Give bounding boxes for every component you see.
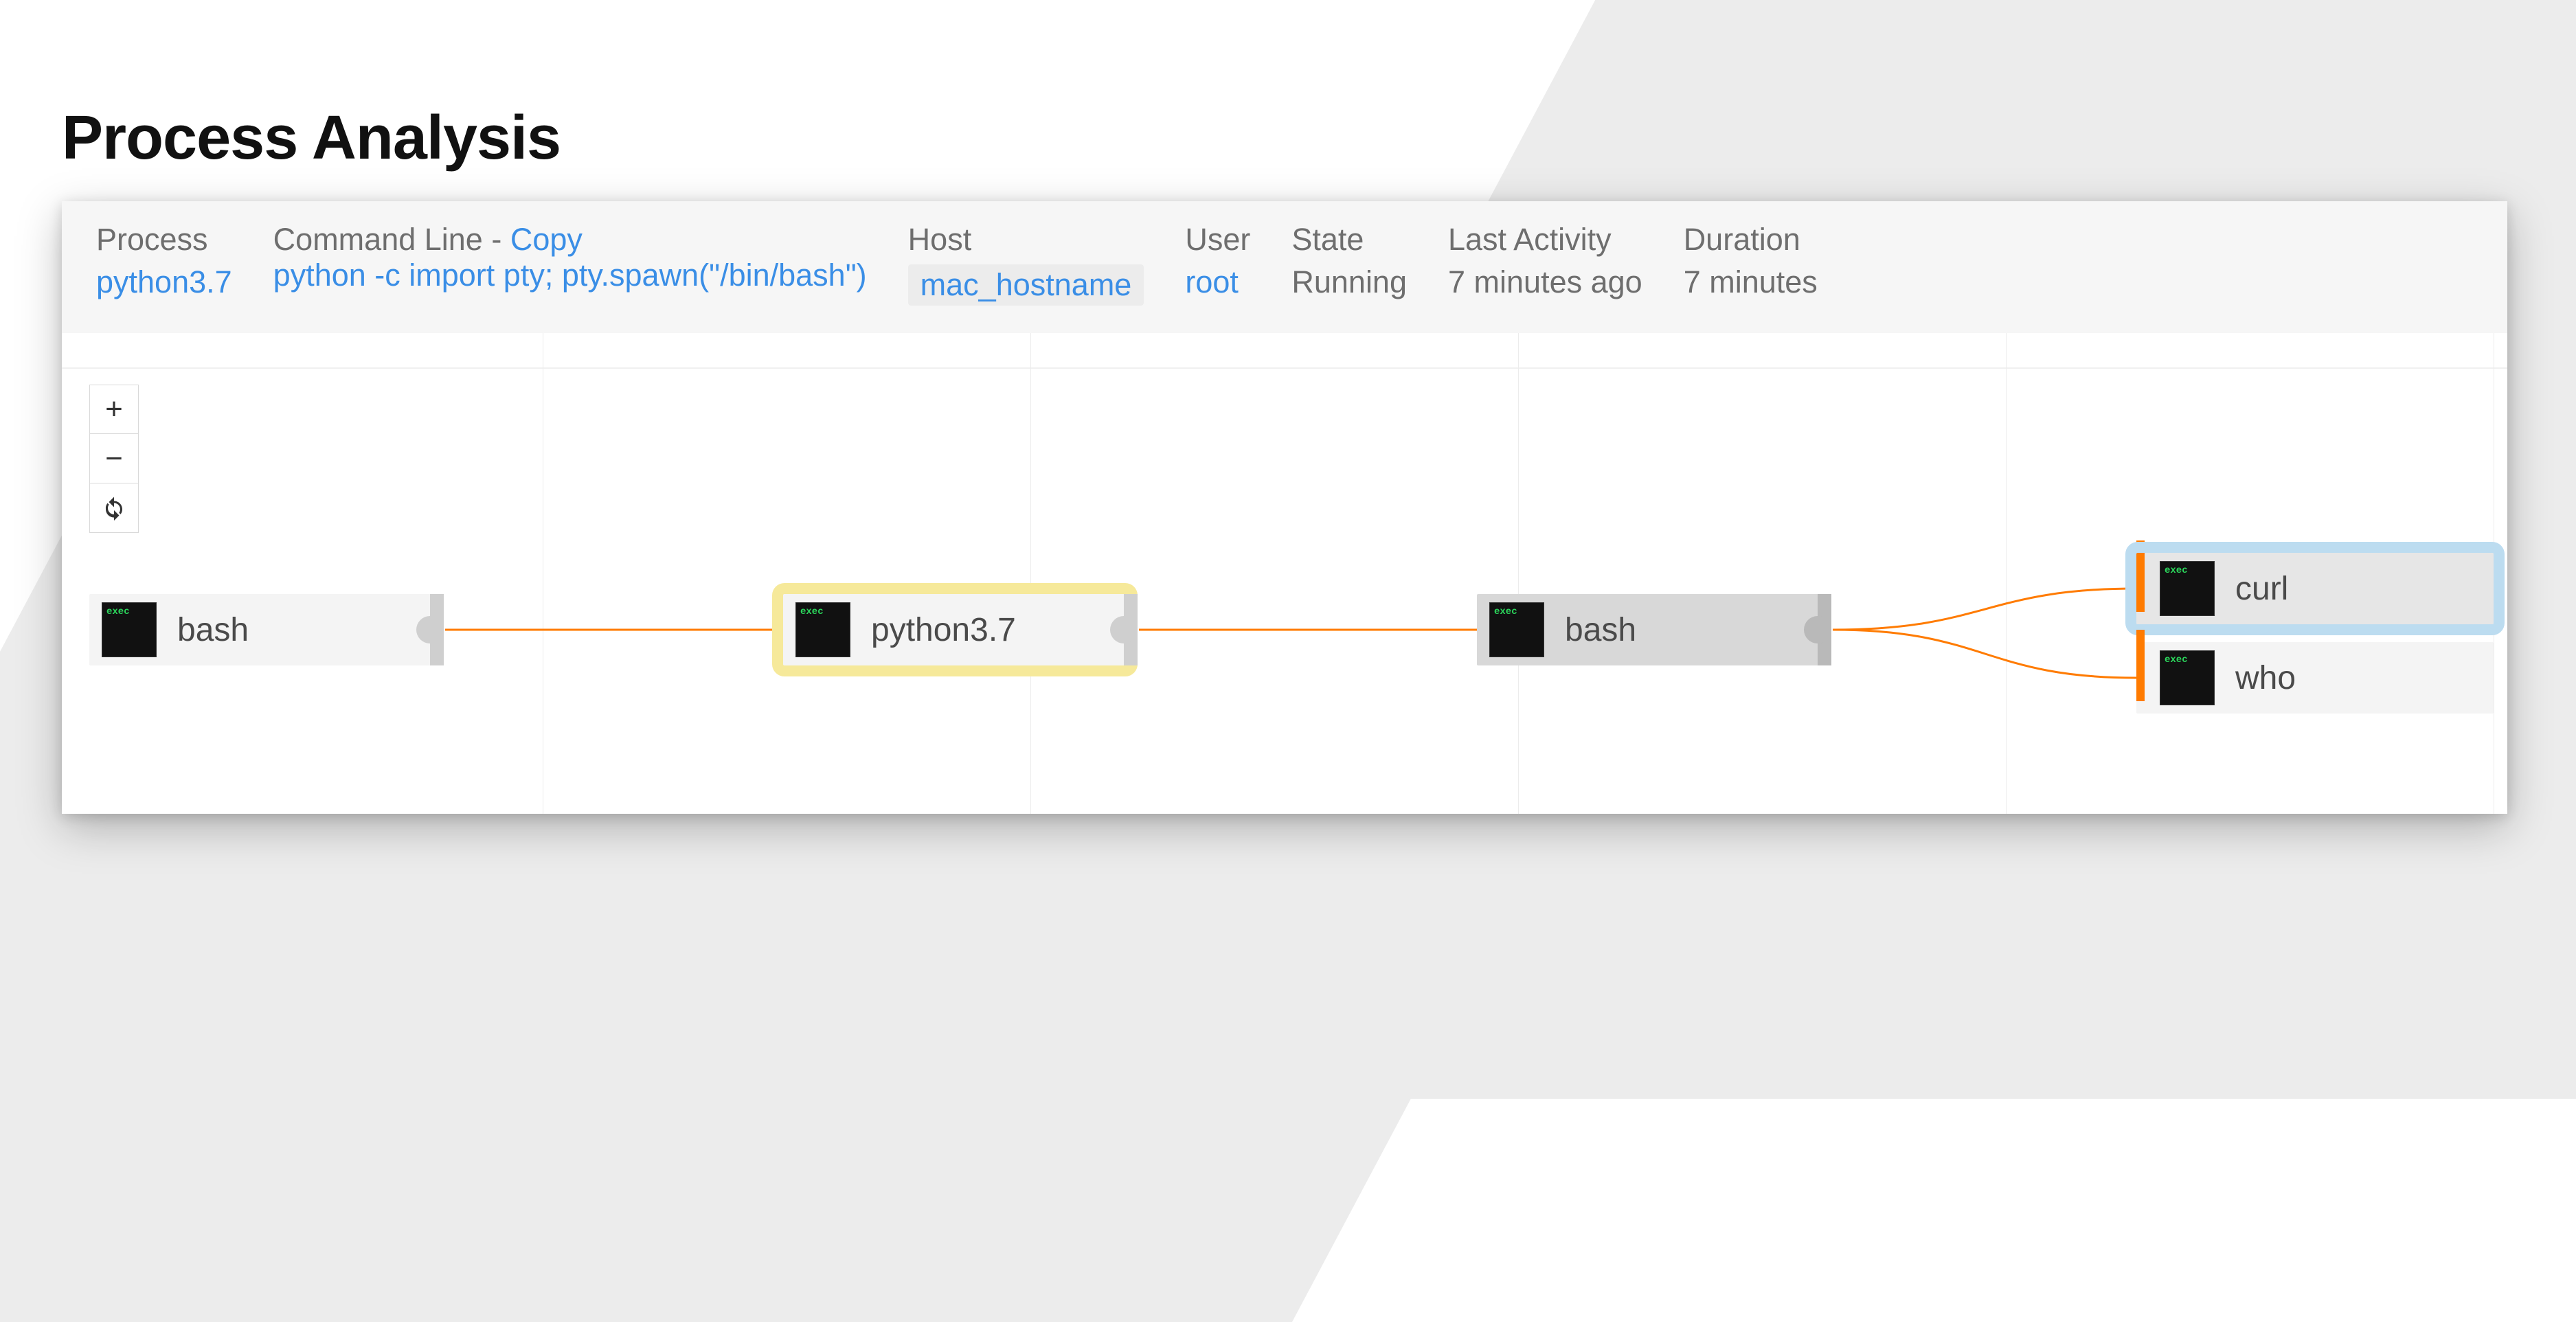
activity-bar (2136, 630, 2145, 701)
page-title: Process Analysis (62, 103, 2514, 174)
analysis-panel: Process python3.7 Command Line - Copy py… (62, 201, 2507, 814)
node-who[interactable]: who (2136, 642, 2494, 714)
process-tree-graph[interactable]: + − bash (62, 333, 2507, 814)
grid-line (2006, 333, 2007, 814)
info-duration-label: Duration (1684, 222, 1818, 258)
info-state-label: State (1291, 222, 1407, 258)
info-process: Process python3.7 (96, 222, 232, 300)
grid-line (1518, 333, 1519, 814)
info-user-value[interactable]: root (1185, 264, 1239, 299)
info-process-label: Process (96, 222, 232, 258)
node-label: who (2235, 659, 2296, 697)
zoom-out-button[interactable]: − (89, 434, 139, 483)
info-last-value: 7 minutes ago (1448, 264, 1642, 299)
terminal-icon (102, 602, 157, 657)
activity-bar (2136, 540, 2145, 612)
node-curl[interactable]: curl (2136, 553, 2494, 624)
info-host: Host mac_hostname (908, 222, 1144, 306)
info-user: User root (1185, 222, 1250, 300)
terminal-icon (2160, 650, 2215, 705)
terminal-icon (795, 602, 850, 657)
refresh-icon (102, 496, 126, 521)
info-last-activity: Last Activity 7 minutes ago (1448, 222, 1642, 300)
info-last-label: Last Activity (1448, 222, 1642, 258)
info-host-value[interactable]: mac_hostname (908, 264, 1144, 306)
info-state-value: Running (1291, 264, 1407, 299)
zoom-in-button[interactable]: + (89, 385, 139, 434)
out-port (416, 616, 444, 643)
refresh-button[interactable] (89, 483, 139, 533)
grid-line (1030, 333, 1031, 814)
info-duration-value: 7 minutes (1684, 264, 1818, 299)
node-bash-child[interactable]: bash (1477, 594, 1820, 665)
info-host-label: Host (908, 222, 1144, 258)
info-process-value[interactable]: python3.7 (96, 264, 232, 299)
out-port (1110, 616, 1138, 643)
node-label: bash (1565, 611, 1636, 649)
info-command-value[interactable]: python -c import pty; pty.spawn("/bin/ba… (273, 258, 867, 293)
node-label: bash (177, 611, 249, 649)
node-python-selected[interactable]: python3.7 (783, 594, 1127, 665)
copy-command-link[interactable]: Copy (510, 222, 583, 257)
info-bar: Process python3.7 Command Line - Copy py… (62, 201, 2507, 333)
zoom-controls: + − (89, 385, 139, 533)
info-command: Command Line - Copy python -c import pty… (273, 222, 867, 293)
grid-line (62, 367, 2507, 369)
node-label: curl (2235, 570, 2288, 608)
info-state: State Running (1291, 222, 1407, 300)
info-user-label: User (1185, 222, 1250, 258)
info-duration: Duration 7 minutes (1684, 222, 1818, 300)
node-label: python3.7 (871, 611, 1016, 649)
terminal-icon (2160, 561, 2215, 616)
node-bash-parent[interactable]: bash (89, 594, 433, 665)
out-port (1804, 616, 1831, 643)
terminal-icon (1489, 602, 1544, 657)
info-command-label: Command Line - (273, 222, 510, 257)
